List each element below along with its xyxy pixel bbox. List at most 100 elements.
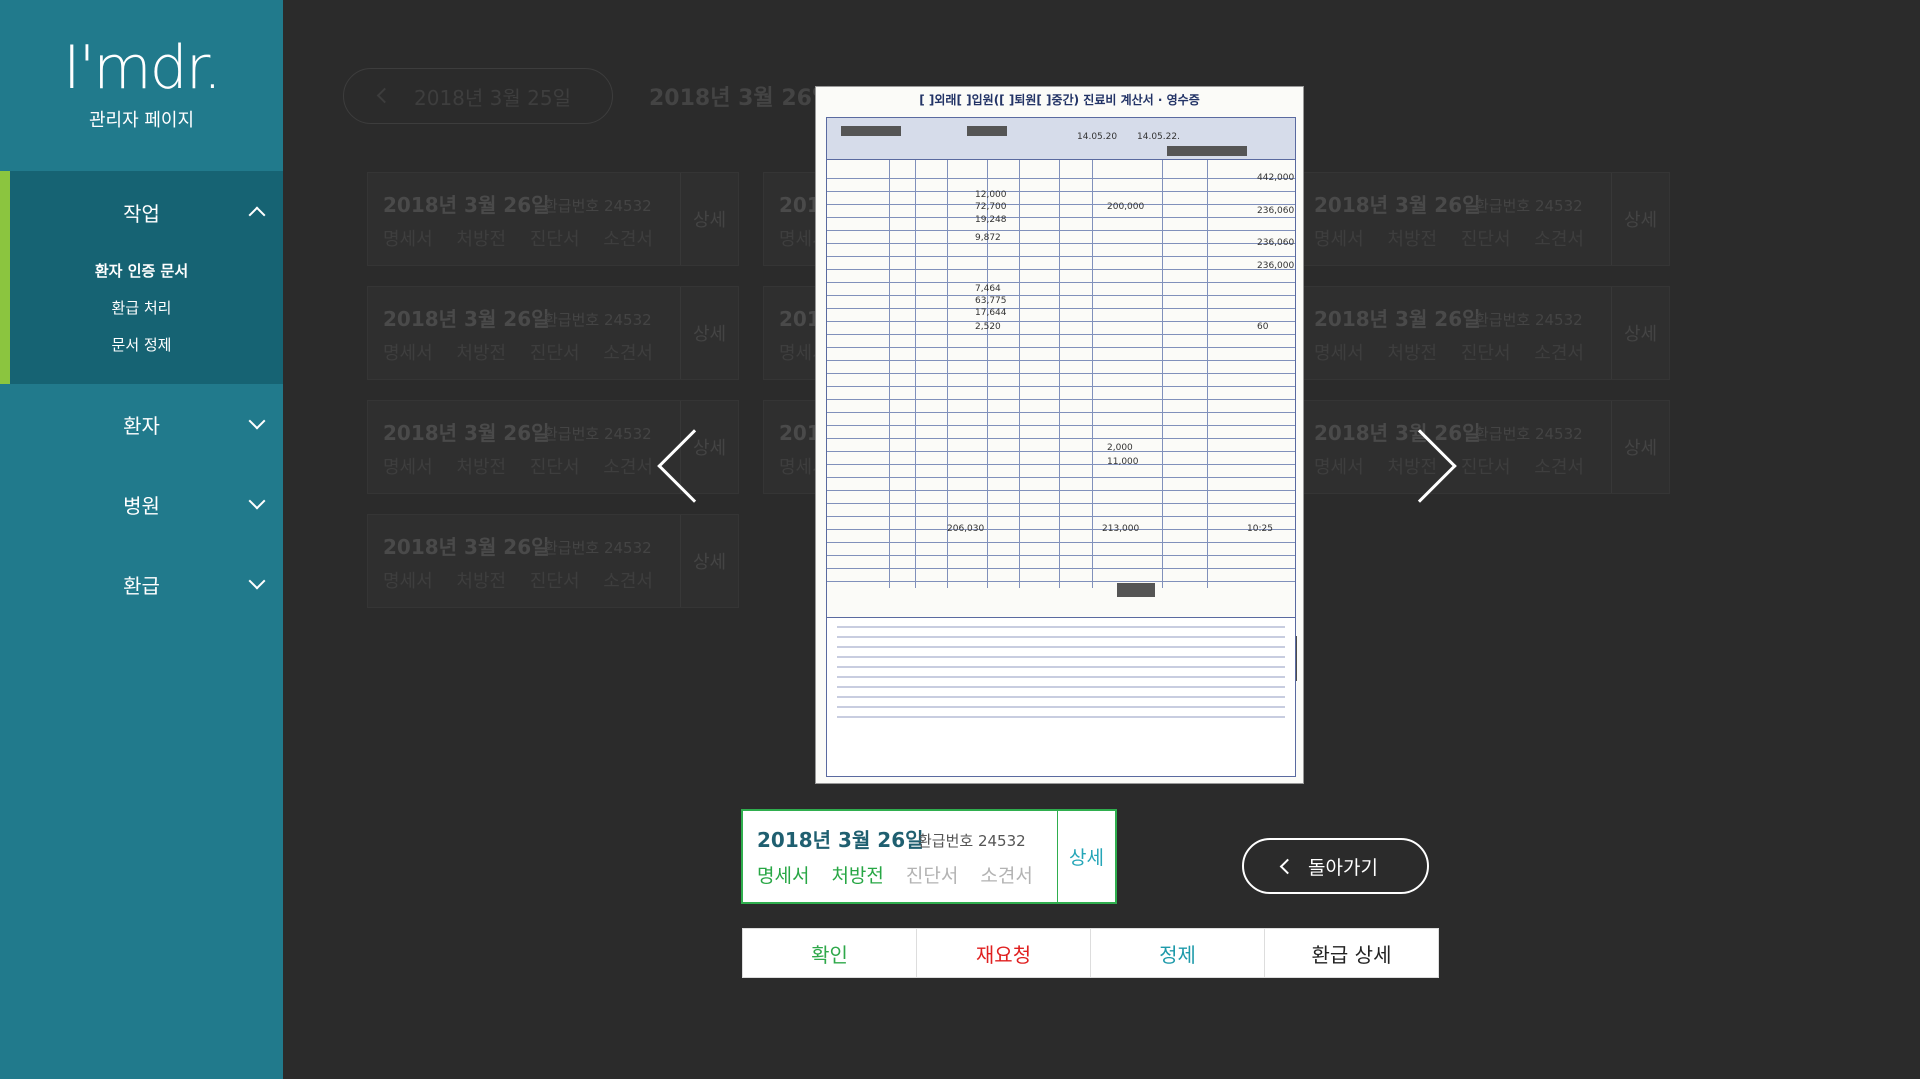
doc-prescription[interactable]: 처방전 [831, 861, 883, 888]
card-doc-list: 명세서 처방전 진단서 소견서 [383, 567, 653, 593]
receipt-value: 2,520 [975, 322, 1001, 332]
card-doc[interactable]: 소견서 [1534, 229, 1584, 250]
confirm-button[interactable]: 확인 [743, 929, 917, 977]
back-button[interactable]: 돌아가기 [1242, 838, 1429, 894]
receipt-col-line [1092, 160, 1093, 588]
card-doc[interactable]: 진단서 [1461, 229, 1511, 250]
receipt-row-line [827, 256, 1295, 257]
doc-opinion[interactable]: 소견서 [980, 861, 1032, 888]
card-doc[interactable]: 진단서 [530, 571, 580, 592]
card-doc[interactable]: 명세서 [383, 229, 433, 250]
document-card[interactable]: 2018년 3월 26일환급번호 24532명세서 처방전 진단서 소견서상세 [1298, 172, 1670, 266]
card-doc-list: 명세서 처방전 진단서 소견서 [383, 225, 653, 251]
menu-work[interactable]: 작업 [0, 171, 283, 253]
submenu-refund-processing[interactable]: 환급 처리 [0, 290, 283, 327]
doc-diagnosis[interactable]: 진단서 [906, 861, 958, 888]
document-card[interactable]: 2018년 3월 26일환급번호 24532명세서 처방전 진단서 소견서상세 [1298, 286, 1670, 380]
receipt-row-line [827, 217, 1295, 218]
receipt-value: 442,000 [1257, 173, 1295, 183]
chevron-down-icon [248, 412, 266, 430]
menu-hospital[interactable]: 병원 [0, 464, 283, 544]
receipt-row-line [827, 334, 1295, 335]
card-doc[interactable]: 명세서 [383, 457, 433, 478]
receipt-row-line [827, 451, 1295, 452]
card-detail-button[interactable]: 상세 [680, 173, 738, 265]
receipt-row-line [827, 204, 1295, 205]
submenu-patient-docs[interactable]: 환자 인증 문서 [0, 253, 283, 290]
prev-date-label: 2018년 3월 25일 [414, 85, 571, 110]
card-doc[interactable]: 명세서 [1314, 229, 1364, 250]
card-detail-button[interactable]: 상세 [680, 287, 738, 379]
card-doc[interactable]: 진단서 [530, 343, 580, 364]
receipt-row-line [827, 490, 1295, 491]
receipt-value: 236,060 [1257, 206, 1295, 216]
chevron-left-icon [1279, 858, 1296, 875]
receipt-row-line [827, 308, 1295, 309]
receipt-row-line [827, 516, 1295, 517]
card-refund-number: 환급번호 24532 [544, 425, 652, 443]
card-doc[interactable]: 소견서 [603, 343, 653, 364]
document-card[interactable]: 2018년 3월 26일환급번호 24532명세서 처방전 진단서 소견서상세 [1298, 400, 1670, 494]
receipt-value: 200,000 [1107, 202, 1145, 212]
card-doc[interactable]: 처방전 [456, 457, 506, 478]
card-doc[interactable]: 처방전 [1387, 229, 1437, 250]
document-card[interactable]: 2018년 3월 26일환급번호 24532명세서 처방전 진단서 소견서상세 [367, 514, 739, 608]
receipt-row-line [827, 360, 1295, 361]
card-doc[interactable]: 소견서 [1534, 343, 1584, 364]
card-doc[interactable]: 명세서 [383, 571, 433, 592]
receipt-value: 10:25 [1247, 524, 1273, 534]
next-document-arrow[interactable] [1383, 429, 1464, 503]
receipt-col-line [889, 160, 890, 588]
card-detail-button[interactable]: 상세 [1611, 287, 1669, 379]
document-card[interactable]: 2018년 3월 26일환급번호 24532명세서 처방전 진단서 소견서상세 [367, 172, 739, 266]
submenu-doc-correction[interactable]: 문서 정제 [0, 327, 283, 364]
rerequest-button[interactable]: 재요청 [917, 929, 1091, 977]
card-doc[interactable]: 명세서 [1314, 457, 1364, 478]
receipt-value: 63,775 [975, 296, 1007, 306]
card-detail-button[interactable]: 상세 [680, 515, 738, 607]
prev-document-arrow[interactable] [650, 429, 731, 503]
document-card[interactable]: 2018년 3월 26일환급번호 24532명세서 처방전 진단서 소견서상세 [367, 286, 739, 380]
receipt-row-line [827, 477, 1295, 478]
card-refund-number: 환급번호 24532 [1475, 197, 1583, 215]
correct-button[interactable]: 정제 [1091, 929, 1265, 977]
card-doc[interactable]: 진단서 [530, 457, 580, 478]
receipt-value: 236,000 [1257, 261, 1295, 271]
receipt-row-line [827, 568, 1295, 569]
card-doc[interactable]: 진단서 [530, 229, 580, 250]
detail-button[interactable]: 상세 [1057, 811, 1115, 902]
receipt-value: 60 [1257, 322, 1269, 332]
refund-number: 환급번호 24532 [918, 832, 1026, 850]
card-detail-button[interactable]: 상세 [1611, 173, 1669, 265]
brand: I'mdr. 관리자 페이지 [0, 0, 283, 171]
card-doc-list: 명세서 처방전 진단서 소견서 [1314, 225, 1584, 251]
refund-detail-button[interactable]: 환급 상세 [1265, 929, 1438, 977]
card-doc[interactable]: 진단서 [1461, 457, 1511, 478]
menu-refund[interactable]: 환급 [0, 544, 283, 624]
receipt-value: 12,000 [975, 190, 1007, 200]
card-doc[interactable]: 처방전 [456, 343, 506, 364]
doc-statement[interactable]: 명세서 [757, 861, 809, 888]
logo[interactable]: I'mdr. [0, 36, 283, 100]
redaction-block [841, 126, 901, 136]
card-doc[interactable]: 진단서 [1461, 343, 1511, 364]
work-submenu: 환자 인증 문서 환급 처리 문서 정제 [0, 253, 283, 364]
card-detail-button[interactable]: 상세 [1611, 401, 1669, 493]
card-doc[interactable]: 명세서 [383, 343, 433, 364]
action-bar: 확인 재요청 정제 환급 상세 [742, 928, 1439, 978]
card-doc[interactable]: 처방전 [456, 571, 506, 592]
receipt-value: 11,000 [1107, 457, 1139, 467]
card-doc[interactable]: 소견서 [603, 229, 653, 250]
card-doc[interactable]: 명세서 [1314, 343, 1364, 364]
card-doc[interactable]: 소견서 [603, 457, 653, 478]
document-type-list: 명세서 처방전 진단서 소견서 [757, 861, 1033, 888]
card-doc[interactable]: 처방전 [1387, 343, 1437, 364]
card-doc[interactable]: 소견서 [1534, 457, 1584, 478]
card-doc[interactable]: 처방전 [456, 229, 506, 250]
redaction-block [1117, 583, 1155, 597]
receipt-row-line [827, 373, 1295, 374]
card-doc[interactable]: 소견서 [603, 571, 653, 592]
card-date: 2018년 3월 26일 [383, 535, 550, 559]
menu-patient[interactable]: 환자 [0, 384, 283, 464]
prev-date-pill[interactable]: 2018년 3월 25일 [343, 68, 613, 124]
